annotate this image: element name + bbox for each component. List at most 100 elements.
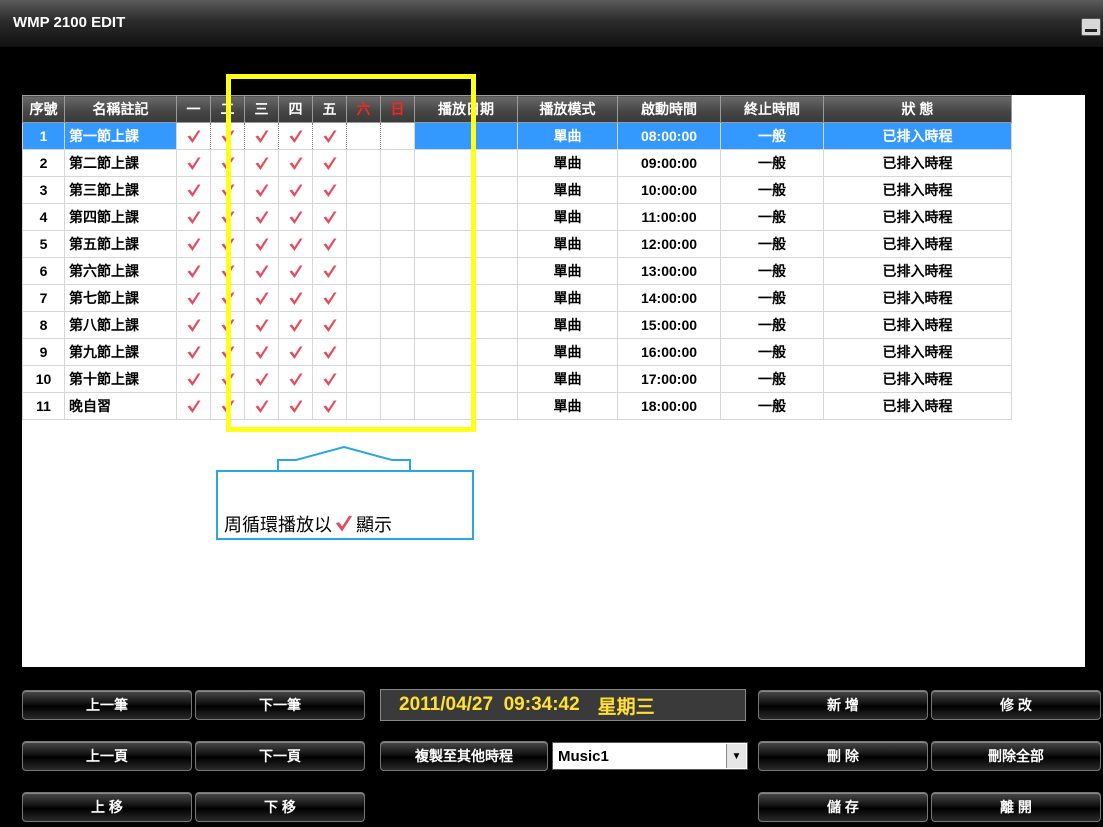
prev-record-button[interactable]: 上一筆	[22, 690, 192, 720]
status-cell: 已排入時程	[823, 284, 1012, 312]
row-number-cell: 1	[22, 122, 65, 150]
schedule-select-value: Music1	[558, 748, 609, 765]
check-icon	[187, 319, 200, 332]
weekday-cell	[176, 257, 211, 285]
table-row[interactable]: 1 第一節上課 單曲 08:00:00 一般 已排入時程	[22, 122, 1012, 150]
status-cell: 已排入時程	[823, 365, 1012, 393]
table-row[interactable]: 2 第二節上課 單曲 09:00:00 一般 已排入時程	[22, 149, 1012, 177]
end-time-cell: 一般	[720, 122, 824, 150]
play-mode-cell: 單曲	[517, 203, 618, 231]
row-number-cell: 11	[22, 392, 65, 420]
end-time-cell: 一般	[720, 365, 824, 393]
end-time-cell: 一般	[720, 176, 824, 204]
name-cell: 第八節上課	[64, 311, 177, 339]
move-down-button[interactable]: 下 移	[195, 792, 365, 822]
delete-all-button[interactable]: 刪除全部	[931, 741, 1101, 771]
table-row[interactable]: 11 晚自習 單曲 18:00:00 一般 已排入時程	[22, 392, 1012, 420]
row-number-cell: 4	[22, 203, 65, 231]
name-cell: 第六節上課	[64, 257, 177, 285]
weekday-cell	[176, 122, 211, 150]
next-record-button[interactable]: 下一筆	[195, 690, 365, 720]
name-cell: 第十節上課	[64, 365, 177, 393]
row-number-cell: 10	[22, 365, 65, 393]
check-icon	[187, 157, 200, 170]
end-time-cell: 一般	[720, 284, 824, 312]
schedule-select[interactable]: Music1 ▼	[552, 742, 748, 770]
column-header: 狀 態	[823, 95, 1012, 123]
play-mode-cell: 單曲	[517, 230, 618, 258]
minimize-button[interactable]	[1081, 18, 1101, 36]
start-time-cell: 11:00:00	[617, 203, 721, 231]
start-time-cell: 17:00:00	[617, 365, 721, 393]
end-time-cell: 一般	[720, 311, 824, 339]
end-time-cell: 一般	[720, 338, 824, 366]
dropdown-arrow-icon[interactable]: ▼	[726, 744, 746, 768]
play-mode-cell: 單曲	[517, 284, 618, 312]
add-button[interactable]: 新 增	[758, 690, 928, 720]
play-mode-cell: 單曲	[517, 392, 618, 420]
table-row[interactable]: 5 第五節上課 單曲 12:00:00 一般 已排入時程	[22, 230, 1012, 258]
name-cell: 第三節上課	[64, 176, 177, 204]
status-cell: 已排入時程	[823, 122, 1012, 150]
start-time-cell: 15:00:00	[617, 311, 721, 339]
weekday-cell	[176, 149, 211, 177]
check-icon	[187, 238, 200, 251]
move-up-button[interactable]: 上 移	[22, 792, 192, 822]
status-cell: 已排入時程	[823, 311, 1012, 339]
table-row[interactable]: 6 第六節上課 單曲 13:00:00 一般 已排入時程	[22, 257, 1012, 285]
leave-button[interactable]: 離 開	[931, 792, 1101, 822]
status-cell: 已排入時程	[823, 338, 1012, 366]
table-row[interactable]: 7 第七節上課 單曲 14:00:00 一般 已排入時程	[22, 284, 1012, 312]
check-icon	[187, 346, 200, 359]
callout-text: 周循環播放以 顯示	[224, 511, 392, 537]
column-header: 終止時間	[720, 95, 824, 123]
start-time-cell: 08:00:00	[617, 122, 721, 150]
check-icon	[187, 211, 200, 224]
status-cell: 已排入時程	[823, 257, 1012, 285]
weekday-cell	[176, 203, 211, 231]
table-header-row: 序號 名稱註記一二三四五六日播放日期 播放模式 啟動時間 終止時間狀 態	[22, 95, 1012, 123]
name-cell: 第四節上課	[64, 203, 177, 231]
end-time-cell: 一般	[720, 392, 824, 420]
table-body: 1 第一節上課 單曲 08:00:00 一般 已排入時程 2 第二節上課 單曲 09:00:00 一…	[22, 122, 1012, 420]
table-row[interactable]: 8 第八節上課 單曲 15:00:00 一般 已排入時程	[22, 311, 1012, 339]
row-number-cell: 3	[22, 176, 65, 204]
start-time-cell: 13:00:00	[617, 257, 721, 285]
name-cell: 第二節上課	[64, 149, 177, 177]
window-title: WMP 2100 EDIT	[13, 14, 126, 31]
play-mode-cell: 單曲	[517, 149, 618, 177]
table-row[interactable]: 4 第四節上課 單曲 11:00:00 一般 已排入時程	[22, 203, 1012, 231]
play-mode-cell: 單曲	[517, 176, 618, 204]
status-cell: 已排入時程	[823, 392, 1012, 420]
weekday-cell	[176, 311, 211, 339]
status-cell: 已排入時程	[823, 230, 1012, 258]
table-row[interactable]: 9 第九節上課 單曲 16:00:00 一般 已排入時程	[22, 338, 1012, 366]
table-row[interactable]: 3 第三節上課 單曲 10:00:00 一般 已排入時程	[22, 176, 1012, 204]
delete-button[interactable]: 刪 除	[758, 741, 928, 771]
callout-box: 周循環播放以 顯示	[216, 470, 474, 540]
start-time-cell: 12:00:00	[617, 230, 721, 258]
table-row[interactable]: 10 第十節上課 單曲 17:00:00 一般 已排入時程	[22, 365, 1012, 393]
copy-to-other-schedule-button[interactable]: 複製至其他時程	[380, 741, 548, 771]
play-mode-cell: 單曲	[517, 122, 618, 150]
column-header: 一	[176, 95, 211, 123]
save-button[interactable]: 儲 存	[758, 792, 928, 822]
prev-page-button[interactable]: 上一頁	[22, 741, 192, 771]
weekday-cell	[176, 365, 211, 393]
start-time-cell: 16:00:00	[617, 338, 721, 366]
check-icon	[187, 373, 200, 386]
row-number-cell: 8	[22, 311, 65, 339]
callout-text-before: 周循環播放以	[224, 515, 332, 536]
check-icon	[187, 292, 200, 305]
name-cell: 第五節上課	[64, 230, 177, 258]
row-number-cell: 2	[22, 149, 65, 177]
row-number-cell: 6	[22, 257, 65, 285]
name-cell: 第七節上課	[64, 284, 177, 312]
next-page-button[interactable]: 下一頁	[195, 741, 365, 771]
name-cell: 晚自習	[64, 392, 177, 420]
title-bar: WMP 2100 EDIT	[0, 0, 1103, 47]
edit-button[interactable]: 修 改	[931, 690, 1101, 720]
column-header: 序號	[22, 95, 65, 123]
weekday-highlight-box	[226, 74, 476, 432]
status-cell: 已排入時程	[823, 203, 1012, 231]
